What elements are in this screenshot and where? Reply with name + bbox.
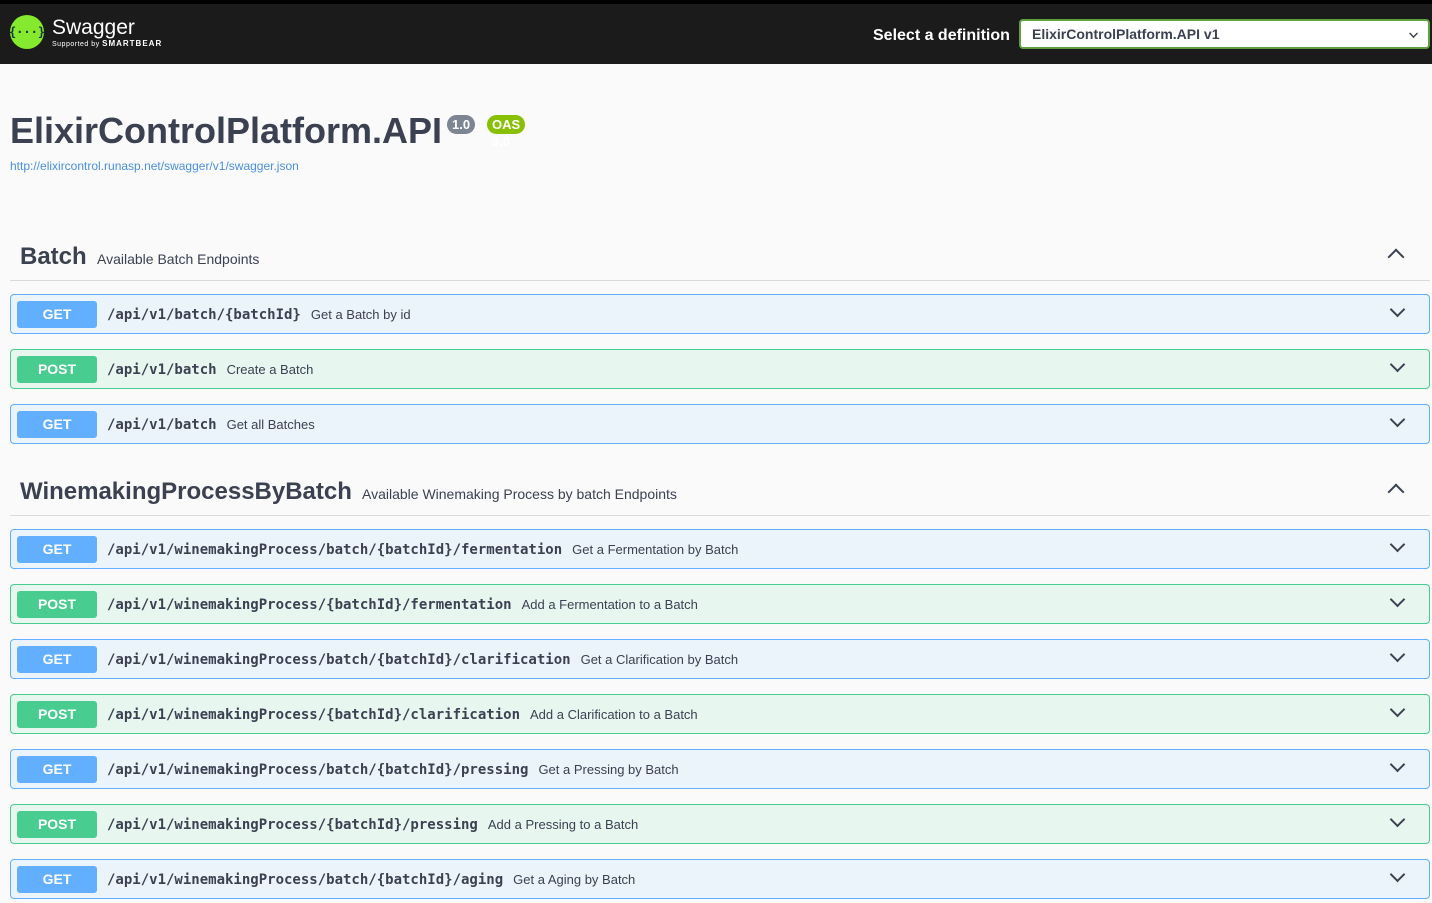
operation-summary: Get all Batches <box>226 417 315 432</box>
chevron-down-icon[interactable] <box>1389 356 1406 373</box>
operation-summary: Get a Pressing by Batch <box>538 762 679 777</box>
chevron-down-icon[interactable] <box>1389 646 1406 663</box>
chevron-down-icon[interactable] <box>1389 536 1406 553</box>
operation-summary: Get a Batch by id <box>310 307 411 322</box>
operation-row[interactable]: GET/api/v1/winemakingProcess/batch/{batc… <box>10 859 1430 899</box>
version-badge: 1.0 <box>447 115 476 134</box>
oas-badge: OAS 3.0 <box>487 115 526 149</box>
operation-path-text: /api/v1/winemakingProcess/batch/{batchId… <box>107 652 571 668</box>
method-badge: GET <box>17 301 97 328</box>
operation-path: /api/v1/batch Get all Batches <box>107 417 315 433</box>
method-badge: GET <box>17 646 97 673</box>
tag-description: Available Winemaking Process by batch En… <box>362 486 677 502</box>
tag-name: WinemakingProcessByBatch <box>20 478 352 505</box>
operation-summary: Get a Aging by Batch <box>513 872 636 887</box>
definition-selected-value: ElixirControlPlatform.API v1 <box>1032 26 1220 42</box>
operation-row[interactable]: POST/api/v1/batch Create a Batch <box>10 349 1430 389</box>
operation-path: /api/v1/winemakingProcess/batch/{batchId… <box>107 652 738 668</box>
operation-summary: Create a Batch <box>226 362 314 377</box>
logo-name: Swagger <box>52 15 135 39</box>
operation-row[interactable]: GET/api/v1/winemakingProcess/batch/{batc… <box>10 529 1430 569</box>
operation-row[interactable]: GET/api/v1/batch/{batchId} Get a Batch by… <box>10 294 1430 334</box>
tag-section-header[interactable]: Batch Available Batch Endpoints <box>10 229 1430 281</box>
operation-path: /api/v1/batch/{batchId} Get a Batch by id <box>107 307 411 323</box>
operation-path-text: /api/v1/winemakingProcess/batch/{batchId… <box>107 872 504 888</box>
operation-path-text: /api/v1/batch/{batchId} <box>107 307 301 323</box>
method-badge: POST <box>17 591 97 618</box>
operation-row[interactable]: GET/api/v1/batch Get all Batches <box>10 404 1430 444</box>
chevron-down-icon[interactable] <box>1389 591 1406 608</box>
operation-path: /api/v1/batch Create a Batch <box>107 362 313 378</box>
method-badge: POST <box>17 356 97 383</box>
operation-path-text: /api/v1/batch <box>107 362 217 378</box>
method-badge: POST <box>17 701 97 728</box>
chevron-down-icon[interactable] <box>1389 701 1406 718</box>
operation-path-text: /api/v1/winemakingProcess/{batchId}/ferm… <box>107 597 512 613</box>
operation-row[interactable]: GET/api/v1/winemakingProcess/batch/{batc… <box>10 749 1430 789</box>
operation-path: /api/v1/winemakingProcess/{batchId}/clar… <box>107 707 698 723</box>
operation-summary: Get a Fermentation by Batch <box>572 542 739 557</box>
operation-row[interactable]: POST/api/v1/winemakingProcess/{batchId}/… <box>10 694 1430 734</box>
method-badge: GET <box>17 411 97 438</box>
definition-select[interactable]: ElixirControlPlatform.API v1 <box>1019 19 1430 49</box>
definition-label: Select a definition <box>873 27 1010 44</box>
operation-row[interactable]: POST/api/v1/winemakingProcess/{batchId}/… <box>10 804 1430 844</box>
tag-name: Batch <box>20 243 87 270</box>
swagger-logo-icon: {···} <box>9 15 45 49</box>
swagger-logo[interactable]: {···} Swagger Supported by SMARTBEAR <box>9 15 163 49</box>
chevron-down-icon[interactable] <box>1389 866 1406 883</box>
operation-summary: Add a Pressing to a Batch <box>487 817 639 832</box>
chevron-down-icon[interactable] <box>1389 811 1406 828</box>
chevron-up-icon[interactable] <box>1387 248 1405 266</box>
operation-row[interactable]: GET/api/v1/winemakingProcess/batch/{batc… <box>10 639 1430 679</box>
operation-path: /api/v1/winemakingProcess/{batchId}/pres… <box>107 817 638 833</box>
tag-description: Available Batch Endpoints <box>97 251 260 267</box>
chevron-down-icon[interactable] <box>1389 301 1406 318</box>
operation-path: /api/v1/winemakingProcess/batch/{batchId… <box>107 872 635 888</box>
api-info: ElixirControlPlatform.API 1.0 OAS 3.0 <box>10 110 526 152</box>
operation-path-text: /api/v1/winemakingProcess/{batchId}/pres… <box>107 817 478 833</box>
spec-url-link[interactable]: http://elixircontrol.runasp.net/swagger/… <box>10 159 299 173</box>
api-title: ElixirControlPlatform.API <box>10 110 443 151</box>
operation-path: /api/v1/winemakingProcess/batch/{batchId… <box>107 542 738 558</box>
tag-section-header[interactable]: WinemakingProcessByBatch Available Winema… <box>10 464 1430 516</box>
topbar: {···} Swagger Supported by SMARTBEAR Sel… <box>0 0 1432 64</box>
operation-path-text: /api/v1/batch <box>107 417 217 433</box>
logo-sub: Supported by SMARTBEAR <box>52 38 163 48</box>
operation-path-text: /api/v1/winemakingProcess/batch/{batchId… <box>107 542 563 558</box>
chevron-down-icon[interactable] <box>1389 411 1406 428</box>
method-badge: GET <box>17 756 97 783</box>
chevron-down-icon[interactable] <box>1389 756 1406 773</box>
operation-row[interactable]: POST/api/v1/winemakingProcess/{batchId}/… <box>10 584 1430 624</box>
method-badge: POST <box>17 811 97 838</box>
operation-summary: Add a Clarification to a Batch <box>530 707 698 722</box>
operation-path: /api/v1/winemakingProcess/batch/{batchId… <box>107 762 679 778</box>
logo-sub-brand: SMARTBEAR <box>102 38 163 48</box>
logo-sub-prefix: Supported by <box>52 40 100 48</box>
operation-path: /api/v1/winemakingProcess/{batchId}/ferm… <box>107 597 698 613</box>
chevron-up-icon[interactable] <box>1387 483 1405 501</box>
method-badge: GET <box>17 536 97 563</box>
method-badge: GET <box>17 866 97 893</box>
chevron-down-icon <box>1409 29 1418 38</box>
operation-summary: Get a Clarification by Batch <box>580 652 739 667</box>
operation-path-text: /api/v1/winemakingProcess/{batchId}/clar… <box>107 707 521 723</box>
operation-path-text: /api/v1/winemakingProcess/batch/{batchId… <box>107 762 529 778</box>
operation-summary: Add a Fermentation to a Batch <box>521 597 698 612</box>
